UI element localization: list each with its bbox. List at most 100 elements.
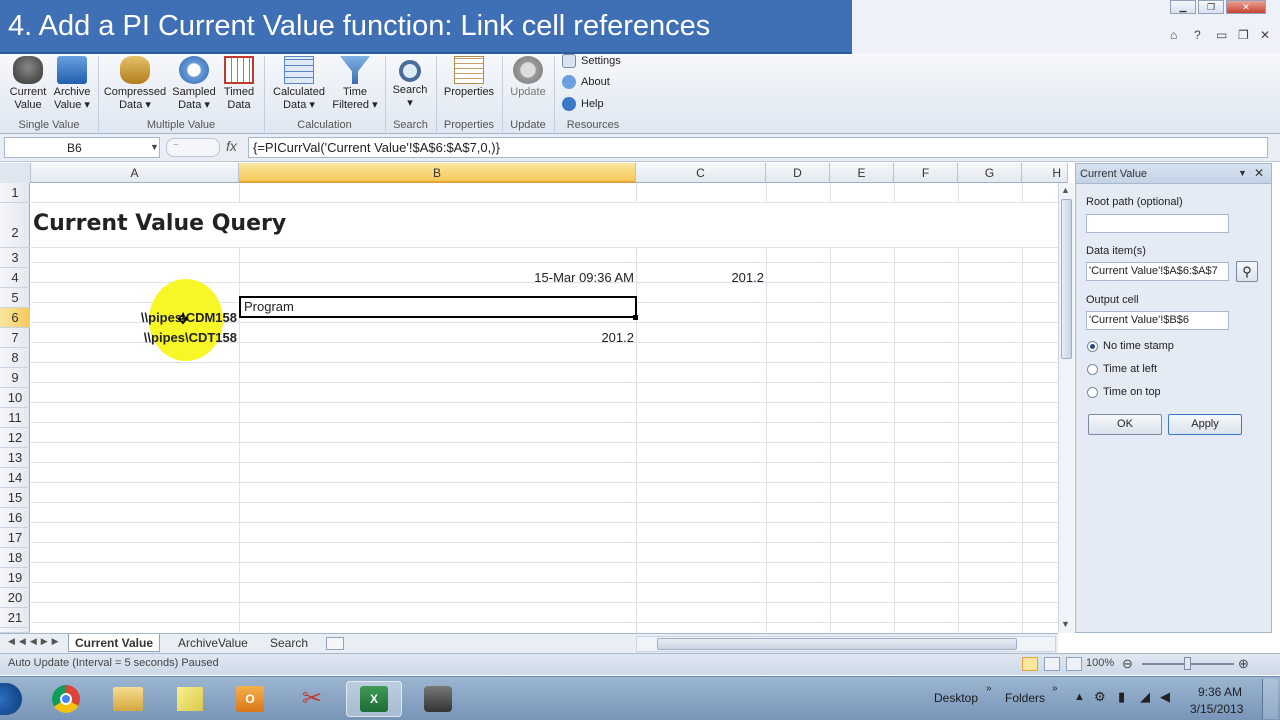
search-button[interactable]: Search ▾ bbox=[388, 54, 432, 118]
properties-button[interactable]: Properties bbox=[440, 54, 498, 118]
desktop-expand-icon[interactable]: » bbox=[986, 683, 992, 694]
cell-b7[interactable]: 201.2 bbox=[241, 328, 634, 348]
chrome-taskbar-button[interactable] bbox=[38, 681, 94, 717]
insert-function-icon[interactable]: fx bbox=[226, 138, 237, 154]
formula-expand-icon[interactable]: ⁻ bbox=[166, 138, 220, 157]
pane-dropdown-icon[interactable]: ▼ bbox=[1238, 168, 1247, 178]
tab-current-value[interactable]: Current Value bbox=[68, 634, 161, 652]
formula-input[interactable]: {=PICurrVal('Current Value'!$A$6:$A$7,0,… bbox=[248, 137, 1268, 158]
calculated-data-button[interactable]: Calculated Data ▾ bbox=[268, 54, 330, 118]
column-header[interactable]: H bbox=[1022, 163, 1068, 183]
cell-a2[interactable]: Current Value Query bbox=[33, 209, 286, 239]
restore-button[interactable]: ❐ bbox=[1198, 0, 1224, 14]
show-desktop-button[interactable] bbox=[1262, 679, 1278, 719]
folders-expand-icon[interactable]: » bbox=[1052, 683, 1058, 694]
name-box[interactable]: B6 bbox=[4, 137, 160, 158]
column-header[interactable]: D bbox=[766, 163, 830, 183]
row-header[interactable]: 20 bbox=[0, 588, 30, 608]
row-header[interactable]: 17 bbox=[0, 528, 30, 548]
scroll-down-icon[interactable]: ▼ bbox=[1061, 619, 1070, 629]
column-header[interactable]: A bbox=[31, 163, 239, 183]
help-icon[interactable]: ⌂ bbox=[1170, 28, 1177, 42]
outlook-taskbar-button[interactable]: O bbox=[222, 681, 278, 717]
row-header[interactable]: 13 bbox=[0, 448, 30, 468]
page-break-icon[interactable] bbox=[1066, 657, 1082, 671]
tab-archive-value[interactable]: ArchiveValue bbox=[172, 634, 254, 652]
row-header[interactable]: 11 bbox=[0, 408, 30, 428]
scroll-up-icon[interactable]: ▲ bbox=[1061, 185, 1070, 195]
select-all-button[interactable] bbox=[0, 163, 31, 183]
minimize-button[interactable]: ▁ bbox=[1170, 0, 1196, 14]
apply-button[interactable]: Apply bbox=[1168, 414, 1242, 435]
search-icon[interactable]: ⚲ bbox=[1236, 261, 1258, 282]
zoom-out-icon[interactable]: ⊖ bbox=[1122, 656, 1133, 672]
horizontal-scrollbar[interactable] bbox=[636, 636, 1056, 652]
clock-date[interactable]: 3/15/2013 bbox=[1190, 702, 1243, 716]
network-icon[interactable]: ⚙ bbox=[1094, 689, 1106, 705]
row-header[interactable]: 5 bbox=[0, 288, 30, 308]
tray-expand-icon[interactable]: ▲ bbox=[1074, 691, 1085, 703]
compressed-data-button[interactable]: Compressed Data ▾ bbox=[102, 54, 168, 118]
column-header[interactable]: G bbox=[958, 163, 1022, 183]
row-header[interactable]: 19 bbox=[0, 568, 30, 588]
zoom-in-icon[interactable]: ⊕ bbox=[1238, 656, 1249, 672]
settings-button[interactable]: Settings bbox=[562, 52, 621, 72]
snipping-taskbar-button[interactable]: ✂ bbox=[284, 681, 340, 717]
root-path-input[interactable] bbox=[1086, 214, 1229, 233]
cell-a7[interactable]: \\pipes\CDT158 bbox=[31, 328, 237, 348]
data-items-input[interactable]: 'Current Value'!$A$6:$A$7 bbox=[1086, 262, 1229, 281]
row-header[interactable]: 7 bbox=[0, 328, 30, 348]
worksheet-grid[interactable]: Current Value Query 15-Mar 09:36 AM 201.… bbox=[31, 183, 1058, 633]
row-header[interactable]: 18 bbox=[0, 548, 30, 568]
time-on-top-radio[interactable] bbox=[1087, 387, 1098, 398]
tab-search[interactable]: Search bbox=[264, 634, 314, 652]
sticky-taskbar-button[interactable] bbox=[162, 681, 218, 717]
row-header[interactable]: 4 bbox=[0, 268, 30, 288]
name-box-dropdown-icon[interactable]: ▼ bbox=[150, 142, 159, 152]
row-header[interactable]: 12 bbox=[0, 428, 30, 448]
output-cell-input[interactable]: 'Current Value'!$B$6 bbox=[1086, 311, 1229, 330]
clock-time[interactable]: 9:36 AM bbox=[1198, 685, 1242, 699]
zoom-thumb[interactable] bbox=[1184, 657, 1191, 670]
archive-value-button[interactable]: Archive Value ▾ bbox=[50, 54, 94, 118]
desktop-toolbar[interactable]: Desktop bbox=[934, 691, 978, 705]
normal-view-icon[interactable] bbox=[1022, 657, 1038, 671]
pi-taskbar-button[interactable] bbox=[410, 681, 466, 717]
update-button[interactable]: Update bbox=[506, 54, 550, 118]
vertical-scrollbar[interactable]: ▲ ▼ bbox=[1058, 183, 1074, 633]
scroll-thumb[interactable] bbox=[1061, 199, 1072, 359]
row-header[interactable]: 15 bbox=[0, 488, 30, 508]
start-button[interactable] bbox=[0, 683, 22, 715]
row-header[interactable]: 3 bbox=[0, 248, 30, 268]
new-sheet-icon[interactable] bbox=[326, 637, 344, 650]
sampled-data-button[interactable]: Sampled Data ▾ bbox=[170, 54, 218, 118]
page-layout-icon[interactable] bbox=[1044, 657, 1060, 671]
column-header[interactable]: E bbox=[830, 163, 894, 183]
close-window-button[interactable]: ✕ bbox=[1226, 0, 1266, 14]
excel-taskbar-button[interactable]: X bbox=[346, 681, 402, 717]
tab-scroll-icons[interactable]: ◀◀◀▶▶ bbox=[8, 636, 63, 647]
row-header[interactable]: 14 bbox=[0, 468, 30, 488]
ribbon-min-icon[interactable]: ▭ bbox=[1216, 28, 1227, 42]
zoom-level[interactable]: 100% bbox=[1086, 657, 1114, 669]
cell-b4[interactable]: 15-Mar 09:36 AM bbox=[241, 268, 634, 288]
signal-icon[interactable]: ◢ bbox=[1140, 689, 1150, 705]
volume-icon[interactable]: ◀ bbox=[1160, 689, 1170, 705]
cell-c4[interactable]: 201.2 bbox=[637, 268, 764, 288]
cell-a6[interactable]: \\pipes\CDM158 bbox=[31, 308, 237, 328]
row-header[interactable]: 6 bbox=[0, 308, 30, 328]
time-filtered-button[interactable]: Time Filtered ▾ bbox=[330, 54, 380, 118]
column-header[interactable]: C bbox=[636, 163, 766, 183]
row-header[interactable]: 2 bbox=[0, 203, 30, 248]
cell-b6[interactable]: Program bbox=[239, 296, 637, 318]
column-header[interactable]: F bbox=[894, 163, 958, 183]
row-header[interactable]: 8 bbox=[0, 348, 30, 368]
column-header[interactable]: B bbox=[239, 163, 636, 183]
folders-toolbar[interactable]: Folders bbox=[1005, 691, 1045, 705]
ok-button[interactable]: OK bbox=[1088, 414, 1162, 435]
no-time-stamp-radio[interactable] bbox=[1087, 341, 1098, 352]
ribbon-help-icon[interactable]: ? bbox=[1194, 28, 1201, 42]
ribbon-close-icon[interactable]: ✕ bbox=[1260, 28, 1270, 42]
row-header[interactable]: 21 bbox=[0, 608, 30, 628]
ribbon-restore-icon[interactable]: ❐ bbox=[1238, 28, 1249, 42]
